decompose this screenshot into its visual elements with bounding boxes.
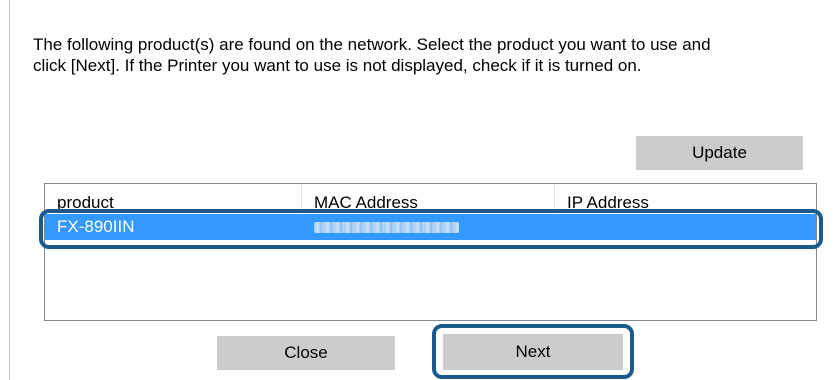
column-header-ip-address[interactable]: IP Address [555, 184, 816, 214]
instructions-text: The following product(s) are found on th… [33, 34, 833, 76]
update-button[interactable]: Update [636, 136, 803, 170]
window-edge [9, 0, 10, 380]
instructions-line-1: The following product(s) are found on th… [33, 35, 711, 54]
product-list[interactable]: product MAC Address IP Address FX-890IIN [44, 183, 817, 321]
list-item-selected[interactable]: FX-890IIN [45, 214, 816, 240]
cell-product: FX-890IIN [57, 217, 135, 236]
redacted-mac-address [314, 221, 459, 233]
network-product-dialog: The following product(s) are found on th… [0, 0, 840, 380]
close-button[interactable]: Close [217, 336, 395, 370]
column-header-mac-address[interactable]: MAC Address [302, 184, 555, 214]
next-button[interactable]: Next [443, 334, 623, 370]
cell-mac-address [302, 214, 555, 240]
cell-ip-address [555, 214, 816, 240]
instructions-line-2: click [Next]. If the Printer you want to… [33, 56, 642, 75]
column-header-product[interactable]: product [45, 184, 302, 214]
list-header: product MAC Address IP Address [45, 184, 816, 214]
